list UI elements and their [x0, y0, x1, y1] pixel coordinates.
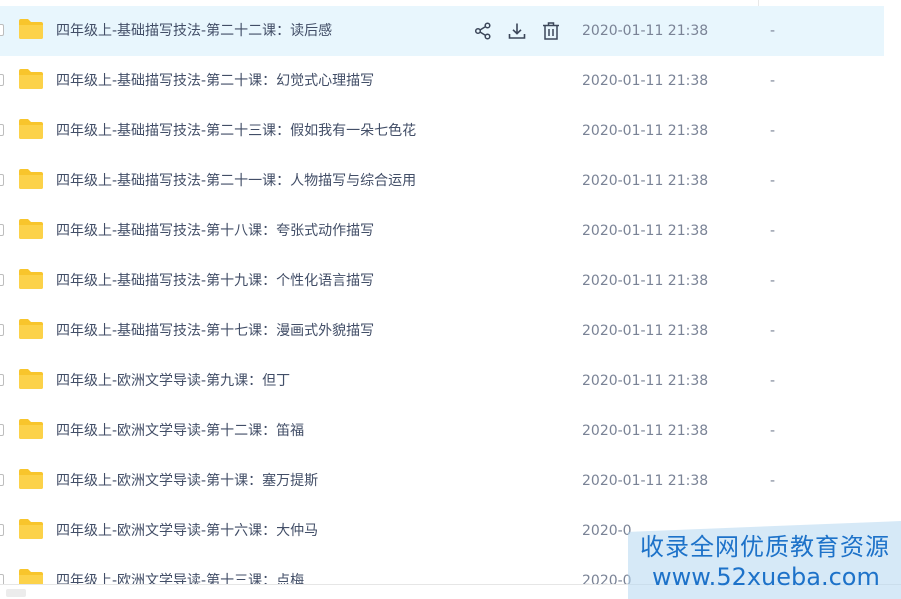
file-row[interactable]: 四年级上-基础描写技法-第二十一课：人物描写与综合运用 2020-01-11 2… [0, 156, 884, 206]
row-checkbox[interactable] [0, 124, 4, 136]
file-size: - [770, 123, 776, 139]
row-checkbox[interactable] [0, 74, 4, 86]
row-actions [472, 19, 562, 43]
file-name[interactable]: 四年级上-欧洲文学导读-第九课：但丁 [56, 356, 290, 406]
file-size: - [770, 23, 776, 39]
file-size: - [770, 373, 776, 389]
file-name[interactable]: 四年级上-基础描写技法-第二十三课：假如我有一朵七色花 [56, 106, 416, 156]
file-name[interactable]: 四年级上-基础描写技法-第十九课：个性化语言描写 [56, 256, 374, 306]
watermark-banner: 收录全网优质教育资源 www.52xueba.com [628, 521, 901, 599]
modified-date: 2020-01-11 21:38 [582, 273, 709, 289]
file-row[interactable]: 四年级上-欧洲文学导读-第九课：但丁 2020-01-11 21:38 - [0, 356, 884, 406]
file-name[interactable]: 四年级上-欧洲文学导读-第十六课：大仲马 [56, 506, 318, 556]
file-row[interactable]: 四年级上-欧洲文学导读-第十二课：笛福 2020-01-11 21:38 - [0, 406, 884, 456]
modified-date: 2020-01-11 21:38 [582, 123, 709, 139]
folder-icon [18, 318, 44, 340]
row-checkbox[interactable] [0, 324, 4, 336]
folder-icon [18, 468, 44, 490]
file-size: - [770, 423, 776, 439]
folder-icon [18, 168, 44, 190]
row-checkbox[interactable] [0, 274, 4, 286]
row-checkbox[interactable] [0, 374, 4, 386]
folder-icon [18, 368, 44, 390]
file-manager: 四年级上-基础描写技法-第二十二课：读后感 2020-01-11 21:38 - [0, 0, 901, 599]
status-text-partial [6, 589, 26, 597]
share-icon[interactable] [472, 20, 494, 42]
file-name[interactable]: 四年级上-欧洲文学导读-第十二课：笛福 [56, 406, 304, 456]
file-row[interactable]: 四年级上-基础描写技法-第二十课：幻觉式心理描写 2020-01-11 21:3… [0, 56, 884, 106]
file-name[interactable]: 四年级上-基础描写技法-第十七课：漫画式外貌描写 [56, 306, 374, 356]
row-checkbox[interactable] [0, 24, 4, 36]
file-name[interactable]: 四年级上-欧洲文学导读-第十课：塞万提斯 [56, 456, 318, 506]
file-size: - [770, 273, 776, 289]
file-size: - [770, 473, 776, 489]
row-checkbox[interactable] [0, 224, 4, 236]
row-checkbox[interactable] [0, 174, 4, 186]
folder-icon [18, 18, 44, 40]
file-size: - [770, 223, 776, 239]
watermark-slogan: 收录全网优质教育资源 [640, 533, 890, 561]
file-name[interactable]: 四年级上-欧洲文学导读-第十三课：点梅 [56, 556, 304, 586]
file-name[interactable]: 四年级上-基础描写技法-第二十一课：人物描写与综合运用 [56, 156, 416, 206]
modified-date: 2020-01-11 21:38 [582, 23, 709, 39]
file-row[interactable]: 四年级上-基础描写技法-第二十三课：假如我有一朵七色花 2020-01-11 2… [0, 106, 884, 156]
row-checkbox[interactable] [0, 424, 4, 436]
modified-date: 2020-01-11 21:38 [582, 423, 709, 439]
folder-icon [18, 218, 44, 240]
file-row[interactable]: 四年级上-欧洲文学导读-第十课：塞万提斯 2020-01-11 21:38 - [0, 456, 884, 506]
file-size: - [770, 73, 776, 89]
file-size: - [770, 323, 776, 339]
modified-date: 2020-01-11 21:38 [582, 73, 709, 89]
modified-date: 2020-01-11 21:38 [582, 173, 709, 189]
file-name[interactable]: 四年级上-基础描写技法-第十八课：夸张式动作描写 [56, 206, 374, 256]
folder-icon [18, 68, 44, 90]
file-name[interactable]: 四年级上-基础描写技法-第二十二课：读后感 [56, 6, 332, 56]
file-name[interactable]: 四年级上-基础描写技法-第二十课：幻觉式心理描写 [56, 56, 374, 106]
row-checkbox[interactable] [0, 524, 4, 536]
folder-icon [18, 268, 44, 290]
modified-date: 2020-01-11 21:38 [582, 223, 709, 239]
folder-icon [18, 518, 44, 540]
file-size: - [770, 173, 776, 189]
modified-date: 2020-0 [582, 523, 632, 539]
folder-icon [18, 118, 44, 140]
modified-date: 2020-01-11 21:38 [582, 373, 709, 389]
file-list: 四年级上-基础描写技法-第二十二课：读后感 2020-01-11 21:38 - [0, 6, 884, 586]
modified-date: 2020-01-11 21:38 [582, 473, 709, 489]
folder-icon [18, 418, 44, 440]
file-row[interactable]: 四年级上-基础描写技法-第十九课：个性化语言描写 2020-01-11 21:3… [0, 256, 884, 306]
file-row[interactable]: 四年级上-基础描写技法-第十八课：夸张式动作描写 2020-01-11 21:3… [0, 206, 884, 256]
download-icon[interactable] [506, 20, 528, 42]
watermark-url: www.52xueba.com [652, 563, 880, 591]
file-row[interactable]: 四年级上-基础描写技法-第十七课：漫画式外貌描写 2020-01-11 21:3… [0, 306, 884, 356]
trash-icon[interactable] [540, 20, 562, 42]
modified-date: 2020-01-11 21:38 [582, 323, 709, 339]
file-row[interactable]: 四年级上-基础描写技法-第二十二课：读后感 2020-01-11 21:38 - [0, 6, 884, 56]
modified-date: 2020-0 [582, 573, 632, 586]
row-checkbox[interactable] [0, 474, 4, 486]
